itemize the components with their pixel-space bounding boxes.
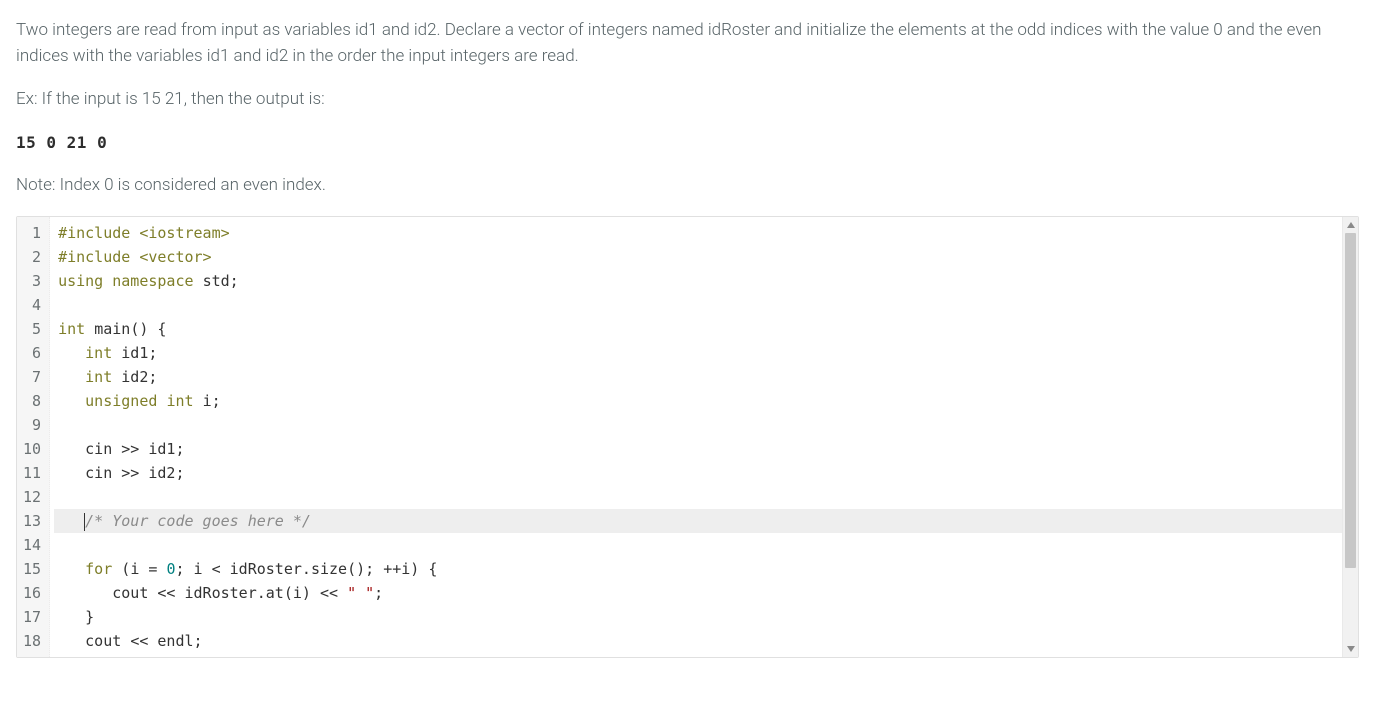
code-line[interactable] bbox=[54, 533, 1342, 557]
line-number: 16 bbox=[23, 581, 41, 605]
line-number-gutter: 123456789101112131415161718 bbox=[17, 217, 50, 657]
scroll-down-icon[interactable] bbox=[1343, 641, 1358, 657]
code-line[interactable]: #include <iostream> bbox=[54, 221, 1342, 245]
code-line[interactable]: for (i = 0; i < idRoster.size(); ++i) { bbox=[54, 557, 1342, 581]
line-number: 4 bbox=[23, 293, 41, 317]
line-number: 15 bbox=[23, 557, 41, 581]
line-number: 7 bbox=[23, 365, 41, 389]
line-number: 18 bbox=[23, 629, 41, 653]
code-line[interactable]: #include <vector> bbox=[54, 245, 1342, 269]
code-line[interactable]: /* Your code goes here */ bbox=[54, 509, 1342, 533]
line-number: 14 bbox=[23, 533, 41, 557]
line-number: 6 bbox=[23, 341, 41, 365]
problem-description: Two integers are read from input as vari… bbox=[16, 18, 1359, 69]
code-line[interactable]: cout << idRoster.at(i) << " "; bbox=[54, 581, 1342, 605]
line-number: 5 bbox=[23, 317, 41, 341]
code-line[interactable] bbox=[54, 485, 1342, 509]
code-line[interactable]: using namespace std; bbox=[54, 269, 1342, 293]
line-number: 8 bbox=[23, 389, 41, 413]
line-number: 17 bbox=[23, 605, 41, 629]
line-number: 2 bbox=[23, 245, 41, 269]
example-label: Ex: If the input is 15 21, then the outp… bbox=[16, 87, 1359, 113]
code-line[interactable]: cin >> id1; bbox=[54, 437, 1342, 461]
code-line[interactable]: cin >> id2; bbox=[54, 461, 1342, 485]
problem-note: Note: Index 0 is considered an even inde… bbox=[16, 173, 1359, 199]
code-line[interactable]: int id2; bbox=[54, 365, 1342, 389]
scroll-up-icon[interactable] bbox=[1343, 217, 1358, 233]
code-line[interactable]: cout << endl; bbox=[54, 629, 1342, 653]
code-area[interactable]: #include <iostream>#include <vector>usin… bbox=[50, 217, 1342, 657]
code-editor[interactable]: 123456789101112131415161718 #include <io… bbox=[16, 216, 1359, 658]
example-output: 15 0 21 0 bbox=[16, 131, 1359, 155]
line-number: 9 bbox=[23, 413, 41, 437]
code-line[interactable]: int main() { bbox=[54, 317, 1342, 341]
line-number: 13 bbox=[23, 509, 41, 533]
vertical-scrollbar[interactable] bbox=[1342, 217, 1358, 657]
scrollbar-track[interactable] bbox=[1343, 233, 1358, 641]
line-number: 10 bbox=[23, 437, 41, 461]
code-line[interactable] bbox=[54, 413, 1342, 437]
code-line[interactable] bbox=[54, 293, 1342, 317]
scrollbar-thumb[interactable] bbox=[1345, 233, 1356, 568]
line-number: 3 bbox=[23, 269, 41, 293]
line-number: 1 bbox=[23, 221, 41, 245]
line-number: 11 bbox=[23, 461, 41, 485]
line-number: 12 bbox=[23, 485, 41, 509]
code-line[interactable]: } bbox=[54, 605, 1342, 629]
code-line[interactable]: int id1; bbox=[54, 341, 1342, 365]
code-line[interactable]: unsigned int i; bbox=[54, 389, 1342, 413]
